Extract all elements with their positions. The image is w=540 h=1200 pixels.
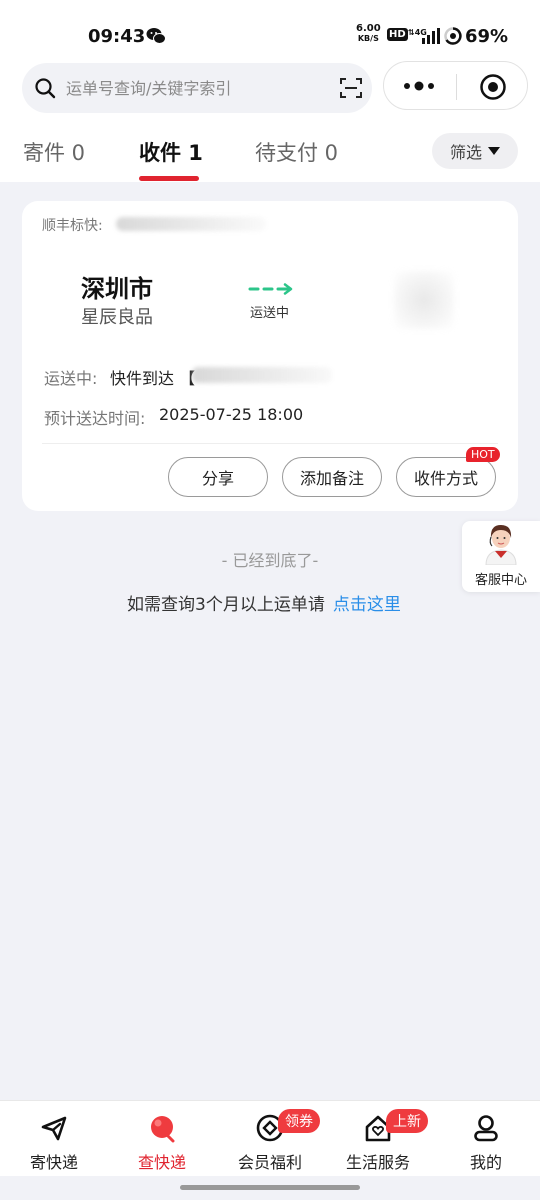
older-query-hint: 如需查询3个月以上运单请 点击这里 (127, 590, 401, 615)
nav-member-benefits[interactable]: 领券 会员福利 (216, 1101, 324, 1177)
capsule-divider (456, 74, 457, 100)
send-icon (41, 1116, 67, 1141)
new-badge: 上新 (386, 1109, 428, 1133)
masked-destination (394, 271, 454, 329)
receive-method-button[interactable]: 收件方式 (396, 457, 496, 497)
carrier-label: 顺丰标快: (42, 218, 103, 234)
mini-program-capsule (383, 61, 528, 110)
status-time: 09:43 (88, 26, 146, 47)
filter-label: 筛选 (449, 143, 482, 162)
masked-status-detail (192, 367, 332, 383)
eta-label: 预计送达时间: (44, 409, 146, 428)
customer-service-label: 客服中心 (474, 573, 527, 588)
profile-icon (474, 1115, 498, 1142)
customer-service-avatar-icon (485, 525, 517, 565)
status-value: 快件到达 【 (110, 369, 196, 388)
nav-life-services[interactable]: 上新 生活服务 (324, 1101, 432, 1177)
caret-down-icon (488, 147, 500, 155)
net-speed-value: 6.00 (356, 23, 381, 34)
filter-button[interactable]: 筛选 (432, 133, 518, 169)
share-button[interactable]: 分享 (168, 457, 268, 497)
card-divider (42, 443, 498, 444)
nav-label: 寄快递 (29, 1153, 78, 1172)
older-query-link[interactable]: 点击这里 (333, 595, 401, 615)
nav-label: 我的 (469, 1153, 502, 1172)
tab-receive[interactable]: 收件 1 (139, 137, 203, 167)
eta-value: 2025-07-25 18:00 (159, 405, 304, 424)
nav-send-express[interactable]: 寄快递 (0, 1101, 108, 1177)
nav-label: 生活服务 (345, 1153, 410, 1172)
more-icon[interactable] (402, 76, 436, 96)
wechat-icon (146, 28, 166, 44)
origin-city: 深圳市 (81, 275, 153, 303)
route-status: 运送中 (250, 306, 290, 321)
status-bar: 09:43 6.00 KB/S HD ⇅4G 69% (0, 18, 540, 54)
track-icon (151, 1116, 175, 1143)
customer-service-button[interactable]: 客服中心 (462, 521, 540, 592)
bottom-nav: 寄快递 查快递 领券 会员福利 上新 生活服务 我的 (0, 1100, 540, 1176)
hot-badge: HOT (466, 447, 500, 462)
masked-tracking-number (116, 217, 266, 231)
svg-text:⇅4G: ⇅4G (408, 28, 427, 37)
signal-icon: ⇅4G (408, 28, 440, 44)
nav-label: 查快递 (137, 1153, 186, 1172)
close-mini-program-icon[interactable] (479, 73, 507, 101)
battery-percent: 69% (465, 26, 509, 47)
search-icon (35, 78, 56, 99)
status-label: 运送中: (44, 369, 98, 388)
net-speed: 6.00 KB/S (356, 24, 381, 44)
search-box[interactable] (22, 63, 372, 113)
older-query-text: 如需查询3个月以上运单请 (127, 595, 325, 615)
route-arrow-icon (248, 283, 293, 295)
hd-badge: HD (387, 28, 408, 41)
shipment-card[interactable]: 顺丰标快: 深圳市 星辰良品 运送中 运送中: 快件到达 【 预计送达时间: 2… (22, 201, 518, 511)
add-note-button[interactable]: 添加备注 (282, 457, 382, 497)
battery-icon (444, 27, 462, 45)
nav-profile[interactable]: 我的 (432, 1101, 540, 1177)
scan-icon[interactable] (339, 76, 363, 100)
nav-track-express[interactable]: 查快递 (108, 1101, 216, 1177)
coupon-badge: 领券 (278, 1109, 320, 1133)
tab-pending-payment[interactable]: 待支付 0 (255, 137, 338, 167)
tab-send[interactable]: 寄件 0 (23, 137, 85, 167)
search-input[interactable] (66, 63, 326, 113)
sender-name: 星辰良品 (81, 307, 153, 328)
end-of-list-text: - 已经到底了- (221, 551, 319, 570)
active-tab-indicator (139, 176, 199, 181)
net-speed-unit: KB/S (357, 34, 379, 43)
home-indicator[interactable] (180, 1185, 360, 1190)
nav-label: 会员福利 (237, 1153, 302, 1172)
